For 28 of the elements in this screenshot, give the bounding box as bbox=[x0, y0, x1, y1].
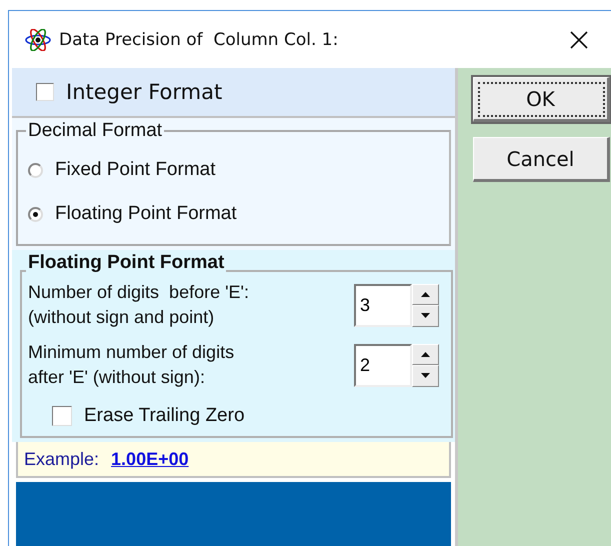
close-icon bbox=[570, 30, 588, 48]
field-label: Minimum number of digits after 'E' (without sign): bbox=[28, 341, 234, 389]
radio-label: Fixed Point Format bbox=[55, 159, 216, 181]
radio-button[interactable] bbox=[28, 206, 43, 222]
field-label: Number of digits before 'E': (without sign and point) bbox=[28, 281, 249, 329]
number-input[interactable]: 2 bbox=[354, 344, 412, 386]
ok-button[interactable]: OK bbox=[473, 77, 610, 122]
checkbox-label: Erase Trailing Zero bbox=[84, 405, 245, 427]
atom-icon bbox=[25, 28, 51, 50]
cancel-button[interactable]: Cancel bbox=[473, 137, 610, 182]
radio-label: Floating Point Format bbox=[55, 203, 237, 225]
integer-format-label: Integer Format bbox=[66, 80, 222, 104]
erase-trailing-zero-checkbox[interactable] bbox=[52, 406, 72, 426]
example-label: Example: bbox=[24, 448, 100, 470]
up-arrow-icon bbox=[421, 292, 430, 297]
example-value-link[interactable]: 1.00E+00 bbox=[111, 448, 189, 470]
integer-format-checkbox[interactable] bbox=[36, 83, 54, 101]
down-arrow-icon bbox=[421, 373, 430, 378]
spin-down-button[interactable] bbox=[412, 365, 439, 386]
down-arrow-icon bbox=[421, 313, 430, 318]
radio-button[interactable] bbox=[28, 162, 43, 178]
spin-up-button[interactable] bbox=[412, 284, 439, 305]
window-title: Data Precision of Column Col. 1: bbox=[59, 30, 340, 50]
number-input[interactable]: 3 bbox=[354, 284, 412, 326]
group-title: Floating Point Format bbox=[26, 252, 226, 274]
up-arrow-icon bbox=[421, 352, 430, 357]
spin-up-button[interactable] bbox=[412, 344, 439, 365]
spin-down-button[interactable] bbox=[412, 305, 439, 326]
